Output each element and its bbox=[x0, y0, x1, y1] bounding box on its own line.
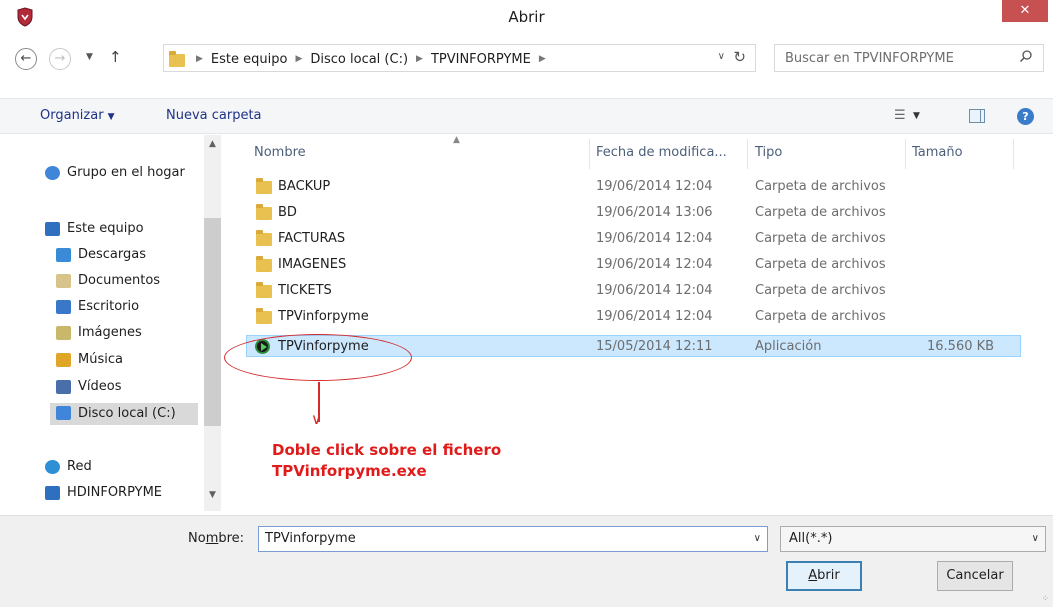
column-divider[interactable] bbox=[589, 139, 590, 169]
dropdown-arrow-icon: ▼ bbox=[107, 112, 115, 122]
bottom-panel: Nombre: TPVinforpyme ∨ All(*.*) ∨ Abrir … bbox=[0, 515, 1053, 607]
navigation-pane: Grupo en el hogar Este equipo Descargas … bbox=[0, 135, 230, 515]
new-folder-button[interactable]: Nueva carpeta bbox=[166, 108, 262, 123]
title-bar: Abrir ✕ bbox=[0, 0, 1053, 33]
view-dropdown-arrow-icon[interactable]: ▼ bbox=[913, 111, 920, 121]
music-folder-icon bbox=[56, 353, 71, 367]
file-row[interactable]: IMAGENES 19/06/2014 12:04 Carpeta de arc… bbox=[246, 254, 1021, 276]
folder-icon bbox=[256, 282, 272, 298]
filename-field[interactable]: TPVinforpyme ∨ bbox=[258, 526, 768, 552]
scroll-down-icon[interactable]: ▼ bbox=[204, 490, 221, 500]
scroll-up-icon[interactable]: ▲ bbox=[204, 139, 221, 149]
search-placeholder: Buscar en TPVINFORPYME bbox=[785, 51, 954, 66]
breadcrumb-disco-local[interactable]: Disco local (C:) bbox=[310, 52, 408, 67]
chevron-down-icon[interactable]: ∨ bbox=[754, 533, 761, 544]
refresh-icon[interactable]: ↻ bbox=[733, 48, 746, 66]
nav-scrollbar-thumb[interactable] bbox=[204, 218, 221, 426]
breadcrumb-tpvinforpyme[interactable]: TPVINFORPYME bbox=[431, 52, 531, 67]
column-header-size[interactable]: Tamaño bbox=[912, 145, 963, 160]
network-icon bbox=[45, 460, 60, 474]
homegroup-icon bbox=[45, 166, 60, 180]
resize-grip-icon[interactable]: ⁘ bbox=[1041, 594, 1049, 604]
annotation-line-2: TPVinforpyme.exe bbox=[272, 462, 427, 480]
annotation-text: Doble click sobre el fichero TPVinforpym… bbox=[272, 440, 501, 482]
nav-item-disco-local[interactable]: Disco local (C:) bbox=[50, 403, 198, 425]
open-button[interactable]: Abrir bbox=[786, 561, 862, 591]
file-type-value: All(*.*) bbox=[789, 531, 833, 546]
back-button[interactable]: ← bbox=[15, 48, 37, 70]
filename-value: TPVinforpyme bbox=[265, 531, 356, 546]
desktop-folder-icon bbox=[56, 300, 71, 314]
forward-button[interactable]: → bbox=[49, 48, 71, 70]
command-bar: Organizar ▼ Nueva carpeta ☰ ▼ ? bbox=[0, 98, 1053, 134]
organize-button[interactable]: Organizar ▼ bbox=[40, 108, 114, 123]
computer-icon bbox=[45, 486, 60, 500]
folder-icon bbox=[256, 256, 272, 272]
chevron-right-icon: ▶ bbox=[416, 54, 423, 64]
address-row: ← → ▼ ↑ ▶ Este equipo ▶ Disco local (C:)… bbox=[0, 39, 1053, 73]
search-input[interactable]: Buscar en TPVINFORPYME bbox=[774, 44, 1044, 72]
file-type-filter[interactable]: All(*.*) ∨ bbox=[780, 526, 1046, 552]
filename-label: Nombre: bbox=[188, 531, 245, 546]
folder-icon bbox=[256, 178, 272, 194]
column-header-type[interactable]: Tipo bbox=[755, 145, 782, 160]
file-row[interactable]: BACKUP 19/06/2014 12:04 Carpeta de archi… bbox=[246, 176, 1021, 198]
chevron-right-icon[interactable]: ▶ bbox=[539, 54, 546, 64]
address-bar[interactable]: ▶ Este equipo ▶ Disco local (C:) ▶ TPVIN… bbox=[163, 44, 756, 72]
file-row[interactable]: FACTURAS 19/06/2014 12:04 Carpeta de arc… bbox=[246, 228, 1021, 250]
close-button[interactable]: ✕ bbox=[1002, 0, 1048, 22]
file-row[interactable]: TICKETS 19/06/2014 12:04 Carpeta de arch… bbox=[246, 280, 1021, 302]
sort-ascending-icon: ▲ bbox=[453, 135, 460, 145]
organize-label: Organizar bbox=[40, 108, 104, 123]
annotation-arrow-head: ∨ bbox=[311, 410, 322, 428]
recent-locations-dropdown[interactable]: ▼ bbox=[86, 52, 93, 62]
videos-folder-icon bbox=[56, 380, 71, 394]
annotation-ellipse bbox=[224, 334, 412, 381]
cancel-button[interactable]: Cancelar bbox=[937, 561, 1013, 591]
pictures-folder-icon bbox=[56, 326, 71, 340]
column-header-date[interactable]: Fecha de modifica... bbox=[596, 145, 727, 160]
local-disk-icon bbox=[56, 406, 71, 420]
column-divider[interactable] bbox=[905, 139, 906, 169]
chevron-down-icon[interactable]: ∨ bbox=[718, 51, 725, 62]
search-icon[interactable] bbox=[1019, 49, 1033, 63]
folder-icon bbox=[256, 204, 272, 220]
up-arrow-icon[interactable]: ↑ bbox=[109, 48, 122, 66]
documents-folder-icon bbox=[56, 274, 71, 288]
column-divider[interactable] bbox=[747, 139, 748, 169]
chevron-right-icon: ▶ bbox=[196, 54, 203, 64]
chevron-down-icon[interactable]: ∨ bbox=[1032, 533, 1039, 544]
view-list-icon[interactable]: ☰ bbox=[894, 108, 906, 123]
annotation-line-1: Doble click sobre el fichero bbox=[272, 441, 502, 459]
file-row[interactable]: BD 19/06/2014 13:06 Carpeta de archivos bbox=[246, 202, 1021, 224]
breadcrumb-este-equipo[interactable]: Este equipo bbox=[211, 52, 288, 67]
folder-icon bbox=[256, 230, 272, 246]
column-divider[interactable] bbox=[1013, 139, 1014, 169]
preview-pane-icon[interactable] bbox=[969, 109, 985, 123]
computer-icon bbox=[45, 222, 60, 236]
help-icon[interactable]: ? bbox=[1017, 108, 1034, 125]
folder-icon bbox=[256, 308, 272, 324]
downloads-folder-icon bbox=[56, 248, 71, 262]
file-row[interactable]: TPVinforpyme 19/06/2014 12:04 Carpeta de… bbox=[246, 306, 1021, 328]
column-header-name[interactable]: Nombre bbox=[254, 145, 306, 160]
folder-icon bbox=[169, 51, 185, 67]
chevron-right-icon: ▶ bbox=[295, 54, 303, 64]
window-title: Abrir bbox=[508, 8, 545, 26]
